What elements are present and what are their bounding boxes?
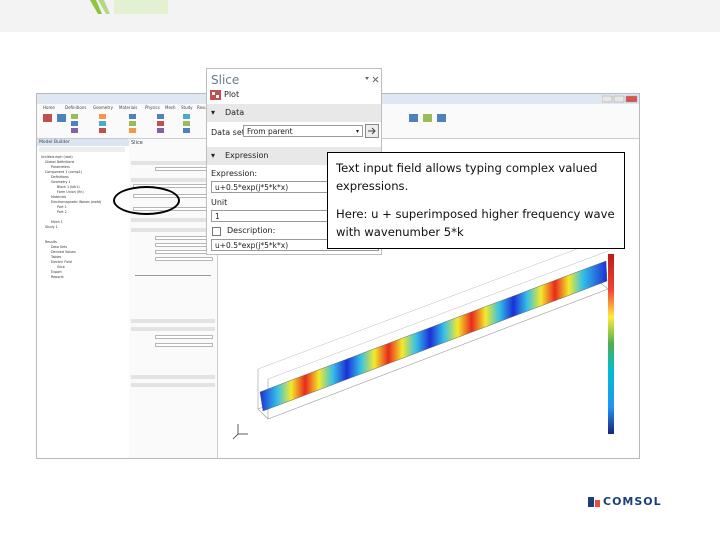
plot-icon — [210, 90, 221, 100]
plot-button[interactable]: Plot — [209, 89, 249, 102]
tree-item[interactable]: Results — [45, 240, 57, 244]
settings-plane-type-select[interactable] — [155, 236, 213, 240]
settings-color-table-select[interactable] — [155, 343, 213, 347]
ribbon-tab-definitions[interactable]: Definitions — [65, 105, 86, 110]
settings-section-range[interactable] — [131, 319, 215, 323]
tree-item[interactable]: Electric Field — [51, 260, 72, 264]
zoom-panel-title: Slice — [211, 73, 240, 87]
settings-plane-select[interactable] — [155, 243, 213, 247]
color-legend — [608, 254, 614, 434]
settings-section-data[interactable] — [131, 161, 215, 165]
plot-button-label: Plot — [224, 90, 240, 99]
ribbon-tab-study[interactable]: Study — [181, 105, 193, 110]
tree-item[interactable]: Mesh 1 — [51, 220, 63, 224]
slide-top-decoration — [90, 0, 168, 14]
data-section-header[interactable]: ▾ Data — [207, 104, 381, 122]
tree-item[interactable]: Definitions — [51, 175, 69, 179]
description-label: Description: — [227, 226, 276, 235]
expression-section-label: Expression — [225, 151, 269, 160]
settings-section-inherit-style[interactable] — [131, 383, 215, 387]
ribbon-tab-mesh[interactable]: Mesh — [165, 105, 176, 110]
description-checkbox[interactable] — [212, 227, 221, 236]
expression-label: Expression: — [211, 169, 258, 178]
settings-slider[interactable] — [135, 275, 211, 276]
unit-label: Unit — [211, 198, 228, 207]
tree-item[interactable]: Slice — [57, 265, 65, 269]
settings-section-coloring[interactable] — [131, 327, 215, 331]
model-builder-title: Model Builder — [37, 139, 129, 146]
settings-section-plane-data[interactable] — [131, 228, 215, 232]
window-controls — [602, 95, 638, 103]
data-section-label: Data — [225, 108, 245, 117]
data-set-select[interactable]: From parent ▾ — [243, 125, 363, 137]
tree-item[interactable]: Derived Values — [51, 250, 76, 254]
ribbon-tab-materials[interactable]: Materials — [119, 105, 137, 110]
tree-item[interactable]: Electromagnetic Waves (ewfd) — [51, 200, 101, 204]
tree-item[interactable]: Port 1 — [57, 205, 67, 209]
tree-item[interactable]: Tables — [51, 255, 61, 259]
settings-section-quality[interactable] — [131, 375, 215, 379]
collapse-arrow-icon: ▾ — [211, 108, 216, 117]
settings-entry-method-select[interactable] — [155, 250, 213, 254]
model-builder-panel: Model Builder Untitled.mph (root) Global… — [37, 139, 130, 458]
ribbon-tab-geometry[interactable]: Geometry — [93, 105, 113, 110]
panel-options-icon[interactable] — [363, 75, 381, 83]
tree-item[interactable]: Form Union (fin) — [57, 190, 84, 194]
tree-item[interactable]: Export — [51, 270, 62, 274]
tree-item[interactable]: Reports — [51, 275, 64, 279]
ribbon-tab-physics[interactable]: Physics — [145, 105, 160, 110]
ribbon-right-icons[interactable] — [407, 112, 467, 136]
settings-planes-input[interactable] — [155, 257, 213, 261]
comsol-logo: COMSOL — [588, 495, 688, 509]
model-builder-toolbar[interactable] — [39, 147, 125, 152]
comsol-logo-text: COMSOL — [603, 495, 662, 508]
data-set-value: From parent — [247, 127, 293, 136]
tree-item[interactable]: Study 1 — [45, 225, 58, 229]
tree-item[interactable]: Materials — [51, 195, 66, 199]
tree-item[interactable]: Block 1 (blk1) — [57, 185, 80, 189]
callout-line-2: Here: u + superimposed higher frequency … — [336, 207, 615, 239]
tree-item[interactable]: Parameters — [51, 165, 70, 169]
settings-coloring-select[interactable] — [155, 335, 213, 339]
settings-section-expression[interactable] — [131, 178, 215, 182]
settings-data-set-select[interactable] — [155, 167, 213, 171]
tree-item[interactable]: Geometry 1 — [51, 180, 71, 184]
ribbon-icons[interactable] — [41, 112, 221, 136]
chevron-down-icon: ▾ — [355, 128, 359, 135]
tree-item[interactable]: Port 2 — [57, 210, 67, 214]
tree-item[interactable]: Global Definitions — [45, 160, 74, 164]
highlight-ellipse — [113, 186, 180, 215]
go-to-source-icon[interactable] — [365, 124, 379, 138]
ribbon-tab-home[interactable]: Home — [43, 105, 55, 110]
tree-item[interactable]: Untitled.mph (root) — [41, 155, 73, 159]
callout-textbox: Text input field allows typing complex v… — [327, 152, 625, 249]
settings-section-title[interactable] — [131, 218, 215, 222]
collapse-arrow-icon: ▾ — [211, 151, 216, 160]
comsol-logo-mark — [588, 497, 600, 507]
tree-item[interactable]: Component 1 (comp1) — [45, 170, 82, 174]
settings-title: Slice — [131, 140, 143, 146]
tree-item[interactable]: Data Sets — [51, 245, 67, 249]
callout-line-1: Text input field allows typing complex v… — [336, 161, 598, 193]
